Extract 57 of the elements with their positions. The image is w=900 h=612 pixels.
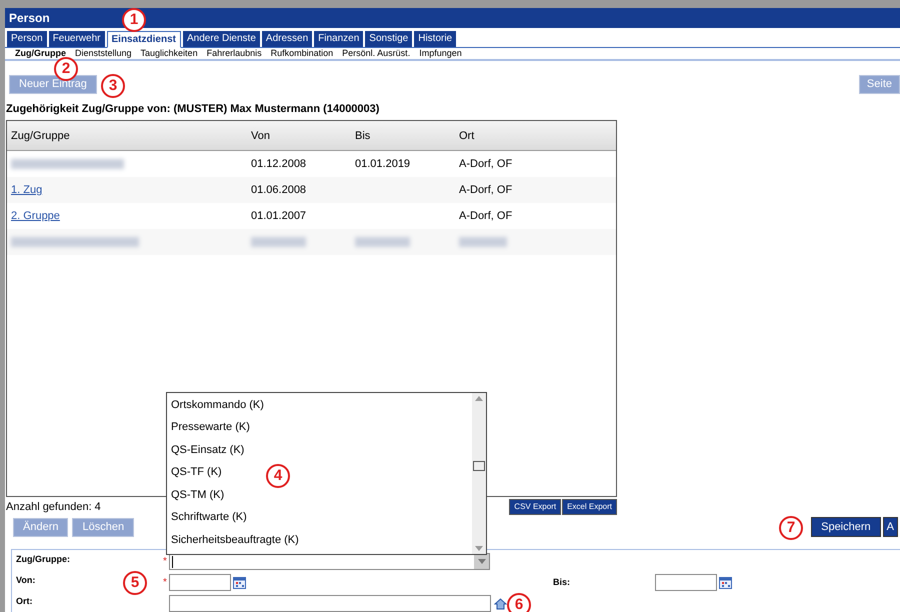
dropdown-option[interactable]: QS-TM (K) <box>171 488 224 501</box>
table-cell-text: 01.12.2008 <box>251 157 308 172</box>
column-header: Ort <box>459 128 476 144</box>
action-button[interactable]: A <box>882 517 898 537</box>
field-label: Ort: <box>16 595 32 608</box>
column-header: Von <box>251 128 271 144</box>
field-label: Von: <box>16 574 36 587</box>
subtab[interactable]: Rufkombination <box>270 46 334 60</box>
table-cell-text: 01.01.2007 <box>251 209 308 224</box>
blurred-text <box>251 237 306 248</box>
tab[interactable]: Person <box>7 30 47 47</box>
required-mark: * <box>163 556 167 567</box>
date-field[interactable] <box>169 574 231 591</box>
column-header: Zug/Gruppe <box>10 128 71 144</box>
subtab[interactable]: Persönl. Ausrüst. <box>342 46 410 60</box>
scroll-thumb[interactable] <box>473 461 485 471</box>
dropdown-option[interactable]: Pressewarte (K) <box>171 421 250 434</box>
tab[interactable]: Sonstige <box>365 30 412 47</box>
table-cell-text: A-Dorf, OF <box>459 209 514 224</box>
blurred-text <box>459 237 507 248</box>
table-cell-text: 01.06.2008 <box>251 183 308 198</box>
result-count: Anzahl gefunden: 4 <box>5 500 102 514</box>
tab[interactable]: Adressen <box>262 30 312 47</box>
subtab[interactable]: Dienststellung <box>75 46 132 60</box>
group-link[interactable]: 1. Zug <box>11 184 42 196</box>
export-button[interactable]: Excel Export <box>562 498 617 515</box>
dropdown-option[interactable]: Ortskommando (K) <box>171 399 264 411</box>
subtab[interactable]: Fahrerlaubnis <box>206 46 262 60</box>
subtab[interactable]: Tauglichkeiten <box>140 46 198 60</box>
subtab[interactable]: Impfungen <box>419 46 462 60</box>
dropdown-option[interactable]: Sicherheitsbeauftragte (K) <box>171 534 299 546</box>
table-cell-text: A-Dorf, OF <box>459 183 514 198</box>
field-label: Bis: <box>553 576 572 589</box>
save-button[interactable]: Speichern <box>811 517 881 537</box>
dropdown-option[interactable]: QS-TF (K) <box>171 466 222 478</box>
table-cell-text: A-Dorf, OF <box>459 157 514 172</box>
home-icon[interactable] <box>494 598 507 610</box>
dropdown-option[interactable]: Schriftwarte (K) <box>171 511 247 524</box>
place-field[interactable] <box>169 595 491 612</box>
export-button[interactable]: CSV Export <box>509 498 562 515</box>
field-label: Zug/Gruppe: <box>16 553 70 566</box>
dropdown-arrow-icon <box>478 559 486 564</box>
required-mark: * <box>163 577 167 588</box>
date-field[interactable] <box>655 574 717 591</box>
section-heading: Zugehörigkeit Zug/Gruppe von: (MUSTER) Max Mustermann (14000003) <box>5 102 380 117</box>
group-link[interactable]: 2. Gruppe <box>11 210 60 222</box>
dropdown-option[interactable]: QS-Einsatz (K) <box>171 444 244 456</box>
blurred-text <box>355 237 410 248</box>
tab[interactable]: Einsatzdienst <box>106 30 181 48</box>
column-header: Bis <box>355 128 372 144</box>
calendar-icon[interactable] <box>719 576 732 589</box>
calendar-icon[interactable] <box>233 576 246 589</box>
tab[interactable]: Historie <box>414 30 456 47</box>
tab[interactable]: Feuerwehr <box>48 30 104 47</box>
tab[interactable]: Finanzen <box>314 30 364 47</box>
table-cell-text: 01.01.2019 <box>355 157 412 172</box>
tab[interactable]: Andere Dienste <box>182 30 260 47</box>
